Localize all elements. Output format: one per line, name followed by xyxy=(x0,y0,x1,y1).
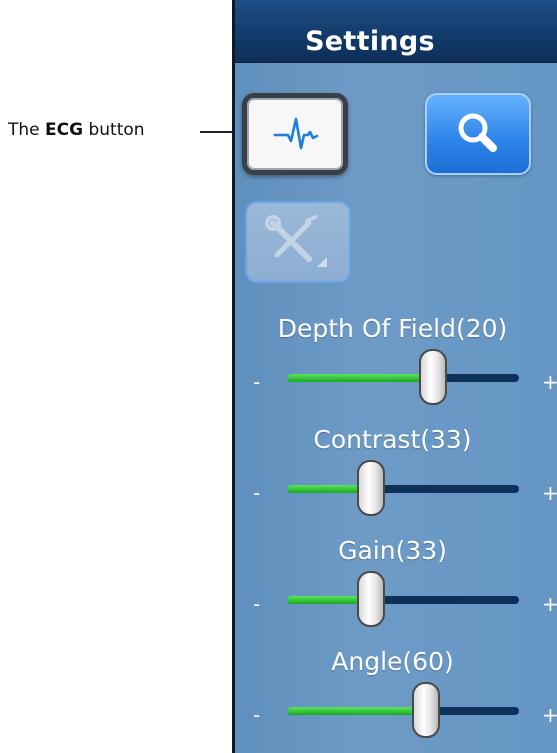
increase-button[interactable]: + xyxy=(542,481,557,505)
slider-label: Gain(33) xyxy=(338,536,447,565)
increase-button[interactable]: + xyxy=(542,592,557,616)
ecg-button[interactable] xyxy=(242,93,348,175)
gain-slider: Gain(33) - + xyxy=(235,536,557,636)
slider-label: Depth Of Field(20) xyxy=(277,314,508,343)
decrease-button[interactable]: - xyxy=(253,592,260,616)
slider-track[interactable] xyxy=(287,571,519,627)
slider-thumb[interactable] xyxy=(356,460,385,516)
ecg-waveform-icon xyxy=(273,117,319,150)
slider-thumb[interactable] xyxy=(412,682,441,738)
slider-thumb[interactable] xyxy=(419,349,448,405)
search-button[interactable] xyxy=(425,93,531,175)
increase-button[interactable]: + xyxy=(542,703,557,727)
slider-track[interactable] xyxy=(287,682,519,738)
slider-fill xyxy=(287,707,427,715)
decrease-button[interactable]: - xyxy=(253,481,260,505)
angle-slider: Angle(60) - + xyxy=(235,647,557,747)
settings-title: Settings xyxy=(305,26,435,57)
slider-label: Angle(60) xyxy=(331,647,454,676)
settings-panel: Settings Depth Of Field(20) - + Contrast… xyxy=(232,0,557,753)
decrease-button[interactable]: - xyxy=(253,370,260,394)
tools-button[interactable] xyxy=(245,201,351,283)
callout-bold: ECG xyxy=(45,120,84,140)
depth-of-field-slider: Depth Of Field(20) - + xyxy=(235,314,557,414)
callout-prefix: The xyxy=(8,120,46,140)
slider-thumb[interactable] xyxy=(356,571,385,627)
contrast-slider: Contrast(33) - + xyxy=(235,425,557,525)
slider-fill xyxy=(287,374,434,382)
decrease-button[interactable]: - xyxy=(253,703,260,727)
wrench-screwdriver-icon xyxy=(265,215,327,267)
callout-suffix: button xyxy=(83,120,145,140)
slider-label: Contrast(33) xyxy=(313,425,472,454)
ecg-button-callout: The ECG button xyxy=(8,120,145,140)
magnifier-icon xyxy=(458,113,497,152)
slider-track[interactable] xyxy=(287,349,519,405)
slider-track[interactable] xyxy=(287,460,519,516)
increase-button[interactable]: + xyxy=(542,370,557,394)
settings-header: Settings xyxy=(235,0,557,63)
